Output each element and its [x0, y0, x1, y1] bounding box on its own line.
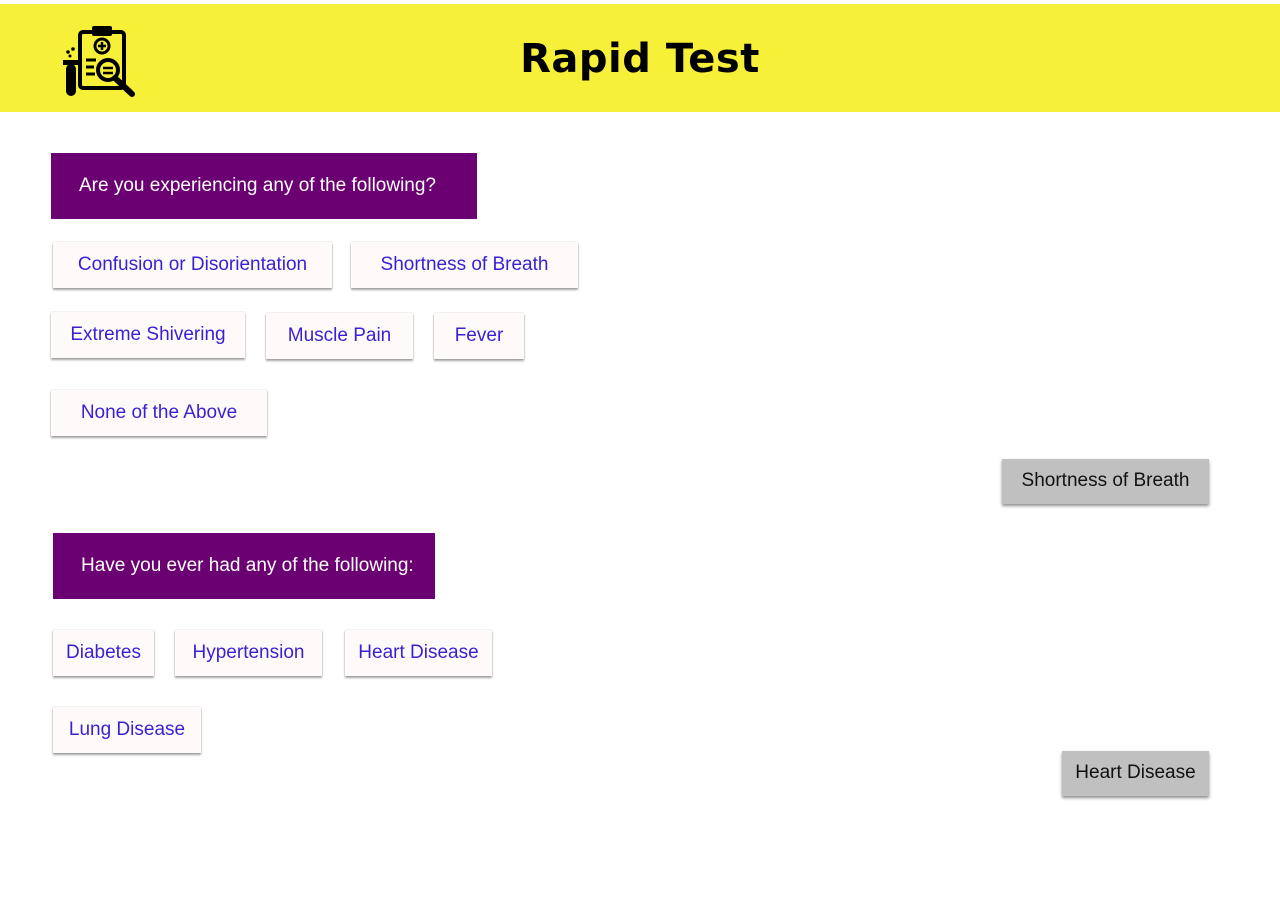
question-bubble-conditions: Have you ever had any of the following: [53, 533, 435, 599]
option-shortness-of-breath-button[interactable]: Shortness of Breath [351, 242, 578, 288]
option-none-of-the-above-button[interactable]: None of the Above [51, 390, 267, 436]
option-heart-disease-button[interactable]: Heart Disease [345, 630, 492, 676]
user-answer-bubble: Heart Disease [1062, 751, 1209, 796]
option-hypertension-button[interactable]: Hypertension [175, 630, 322, 676]
chat-page: Rapid Test Are you experiencing any of t… [0, 0, 1280, 910]
option-lung-disease-button[interactable]: Lung Disease [53, 707, 201, 753]
question-bubble-symptoms: Are you experiencing any of the followin… [51, 153, 477, 219]
app-header: Rapid Test [0, 4, 1280, 112]
option-confusion-button[interactable]: Confusion or Disorientation [53, 242, 332, 288]
page-title: Rapid Test [520, 36, 760, 82]
option-extreme-shivering-button[interactable]: Extreme Shivering [51, 312, 245, 358]
option-diabetes-button[interactable]: Diabetes [53, 630, 154, 676]
option-fever-button[interactable]: Fever [434, 313, 524, 359]
option-muscle-pain-button[interactable]: Muscle Pain [266, 313, 413, 359]
user-answer-bubble: Shortness of Breath [1002, 459, 1209, 504]
